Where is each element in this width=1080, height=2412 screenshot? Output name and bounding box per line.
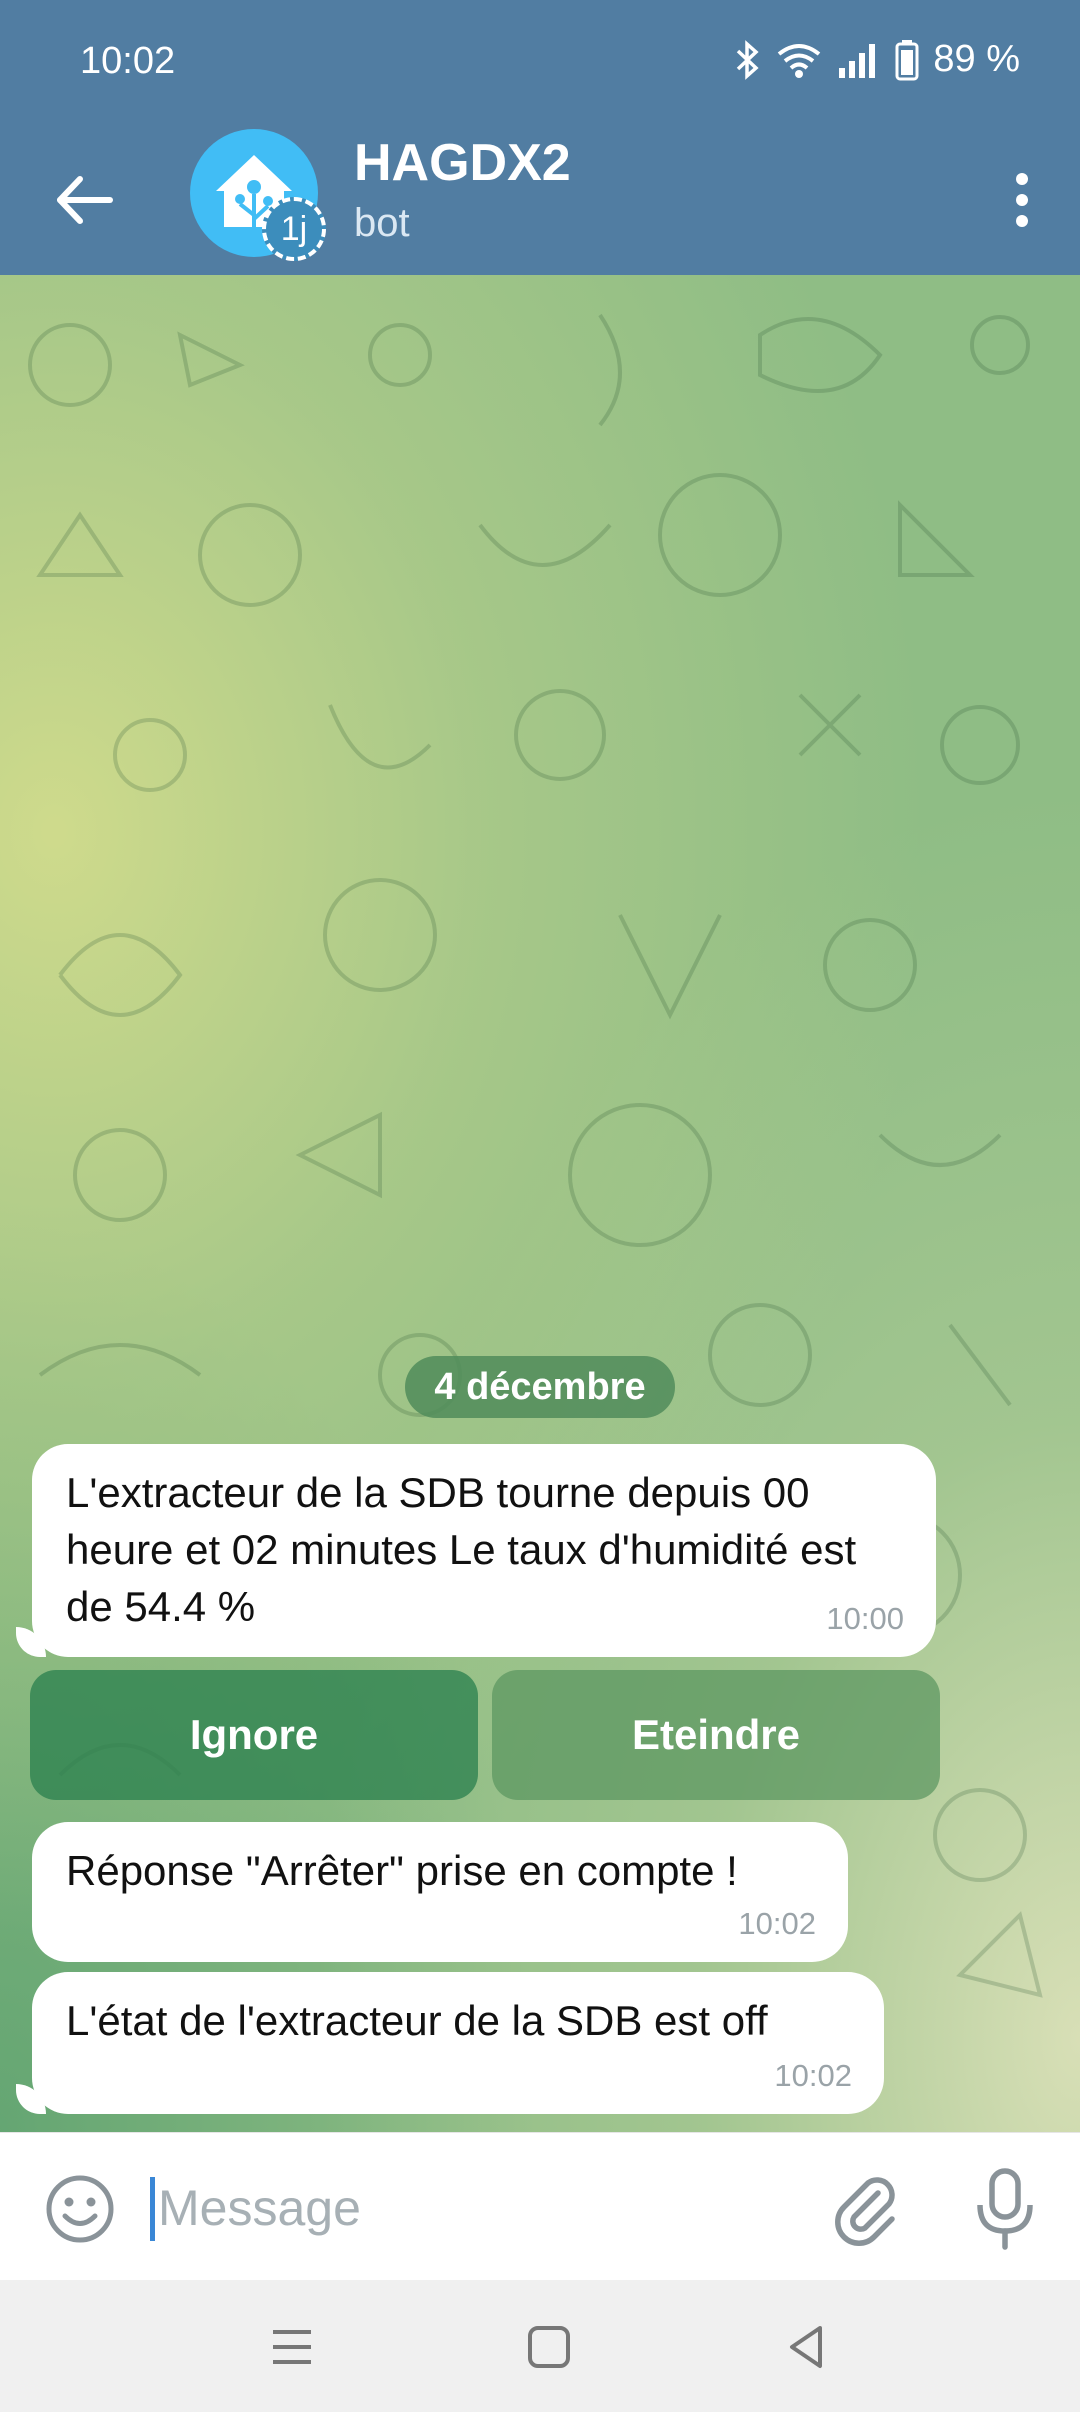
message-text: L'extracteur de la SDB tourne depuis 00 … bbox=[66, 1469, 857, 1630]
system-navigation-bar bbox=[0, 2280, 1080, 2412]
recent-apps-icon[interactable] bbox=[265, 2320, 319, 2374]
chat-header: 1j HAGDX2 bot bbox=[0, 125, 1080, 275]
battery-icon bbox=[895, 39, 919, 80]
status-indicators: 89 % bbox=[735, 38, 1020, 81]
inline-keyboard: Ignore Eteindre bbox=[30, 1670, 940, 1800]
message-bubble[interactable]: L'extracteur de la SDB tourne depuis 00 … bbox=[32, 1444, 936, 1657]
chat-area[interactable]: 4 décembre L'extracteur de la SDB tourne… bbox=[0, 275, 1080, 2132]
back-arrow-icon[interactable] bbox=[50, 165, 120, 235]
status-time: 10:02 bbox=[80, 40, 176, 82]
wifi-icon bbox=[778, 43, 821, 78]
status-bar: 10:02 89 % bbox=[0, 0, 1080, 125]
attach-icon[interactable] bbox=[826, 2169, 906, 2249]
date-separator: 4 décembre bbox=[405, 1356, 675, 1418]
text-cursor bbox=[150, 2177, 155, 2241]
eteindre-button[interactable]: Eteindre bbox=[492, 1670, 940, 1800]
battery-percent: 89 % bbox=[933, 38, 1020, 80]
more-vert-icon[interactable] bbox=[994, 165, 1050, 235]
message-input[interactable]: Message bbox=[158, 2179, 361, 2237]
bluetooth-icon bbox=[737, 39, 759, 80]
back-icon[interactable] bbox=[780, 2320, 834, 2374]
avatar-timer-badge: 1j bbox=[262, 197, 326, 261]
message-time: 10:00 bbox=[826, 1601, 904, 1636]
message-composer: Message bbox=[0, 2132, 1080, 2281]
message-time: 10:02 bbox=[774, 2058, 852, 2093]
mic-icon[interactable] bbox=[970, 2167, 1040, 2251]
ignore-button[interactable]: Ignore bbox=[30, 1670, 478, 1800]
emoji-icon[interactable] bbox=[44, 2173, 116, 2245]
chat-subtitle: bot bbox=[354, 201, 410, 245]
message-text: Réponse "Arrêter" prise en compte ! bbox=[66, 1847, 738, 1894]
chat-title[interactable]: HAGDX2 bbox=[354, 133, 571, 193]
message-text: L'état de l'extracteur de la SDB est off bbox=[66, 1997, 768, 2044]
message-bubble[interactable]: Réponse "Arrêter" prise en compte ! 10:0… bbox=[32, 1822, 848, 1962]
home-icon[interactable] bbox=[522, 2320, 576, 2374]
message-bubble[interactable]: L'état de l'extracteur de la SDB est off… bbox=[32, 1972, 884, 2114]
signal-icon bbox=[839, 43, 876, 78]
message-time: 10:02 bbox=[738, 1906, 816, 1941]
